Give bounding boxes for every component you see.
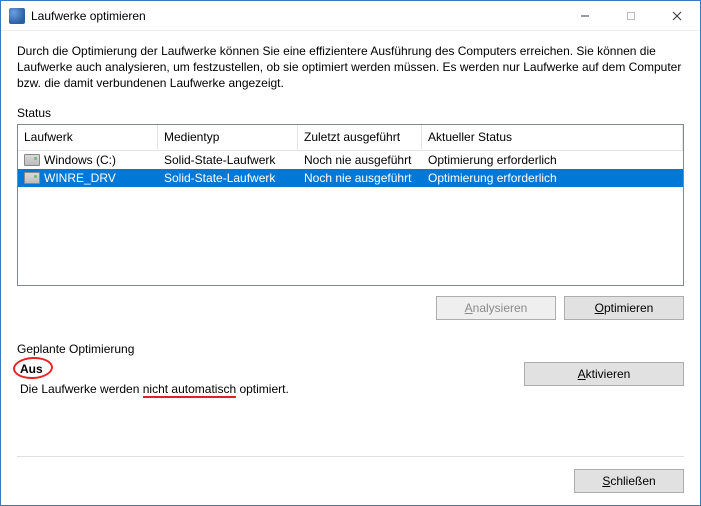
table-row[interactable]: Windows (C:) Solid-State-LaufwerkNoch nie… bbox=[18, 151, 683, 169]
maximize-icon bbox=[626, 11, 636, 21]
listview-header: Laufwerk Medientyp Zuletzt ausgeführt Ak… bbox=[18, 125, 683, 151]
column-status[interactable]: Aktueller Status bbox=[422, 125, 683, 150]
window-title: Laufwerke optimieren bbox=[31, 9, 562, 23]
table-row[interactable]: WINRE_DRV Solid-State-LaufwerkNoch nie au… bbox=[18, 169, 683, 187]
listview-body: Windows (C:) Solid-State-LaufwerkNoch nie… bbox=[18, 151, 683, 285]
current-status: Optimierung erforderlich bbox=[422, 151, 683, 169]
bottom-bar: Schließen bbox=[17, 456, 684, 493]
drive-name: Windows (C:) bbox=[44, 153, 116, 167]
optimize-drives-window: Laufwerke optimieren Durch die Optimieru… bbox=[0, 0, 701, 506]
window-controls bbox=[562, 1, 700, 30]
column-media[interactable]: Medientyp bbox=[158, 125, 298, 150]
minimize-button[interactable] bbox=[562, 1, 608, 30]
content-area: Durch die Optimierung der Laufwerke könn… bbox=[1, 31, 700, 505]
analyze-optimize-row: Analysieren Optimieren bbox=[17, 296, 684, 320]
optimize-button[interactable]: Optimieren bbox=[564, 296, 684, 320]
titlebar: Laufwerke optimieren bbox=[1, 1, 700, 31]
last-run: Noch nie ausgeführt bbox=[298, 169, 422, 187]
close-button[interactable] bbox=[654, 1, 700, 30]
column-last[interactable]: Zuletzt ausgeführt bbox=[298, 125, 422, 150]
current-status: Optimierung erforderlich bbox=[422, 169, 683, 187]
close-icon bbox=[672, 11, 682, 21]
drive-icon bbox=[24, 172, 40, 184]
description-text: Durch die Optimierung der Laufwerke könn… bbox=[17, 43, 684, 92]
app-icon bbox=[9, 8, 25, 24]
status-label: Status bbox=[17, 106, 684, 120]
last-run: Noch nie ausgeführt bbox=[298, 151, 422, 169]
analyze-button: Analysieren bbox=[436, 296, 556, 320]
drive-icon bbox=[24, 154, 40, 166]
media-type: Solid-State-Laufwerk bbox=[158, 151, 298, 169]
drive-name: WINRE_DRV bbox=[44, 171, 116, 185]
minimize-icon bbox=[580, 11, 590, 21]
annotation-underline bbox=[143, 396, 236, 398]
scheduled-heading: Geplante Optimierung bbox=[17, 342, 684, 356]
maximize-button bbox=[608, 1, 654, 30]
scheduled-optimization-section: Geplante Optimierung Aus Die Laufwerke w… bbox=[17, 342, 684, 396]
media-type: Solid-State-Laufwerk bbox=[158, 169, 298, 187]
scheduled-sub-text: Die Laufwerke werden nicht automatisch o… bbox=[20, 382, 524, 396]
scheduled-state-off: Aus bbox=[20, 362, 43, 376]
column-drive[interactable]: Laufwerk bbox=[18, 125, 158, 150]
drive-listview[interactable]: Laufwerk Medientyp Zuletzt ausgeführt Ak… bbox=[17, 124, 684, 286]
close-window-button[interactable]: Schließen bbox=[574, 469, 684, 493]
activate-button[interactable]: Aktivieren bbox=[524, 362, 684, 386]
